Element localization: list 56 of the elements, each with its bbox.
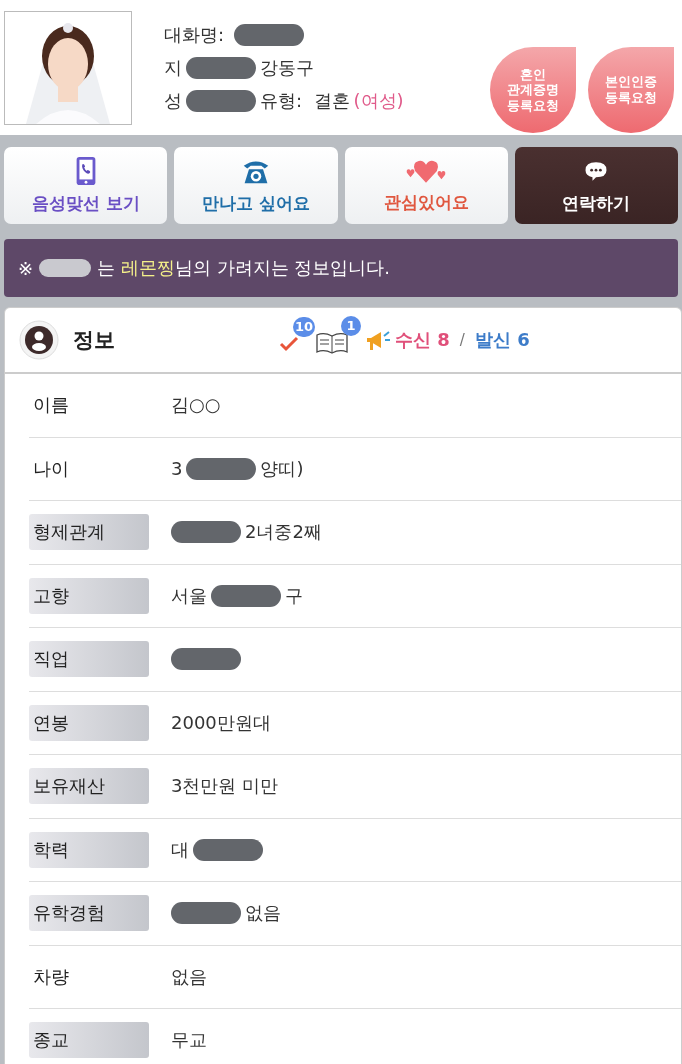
field-label: 유학경험 <box>29 895 149 932</box>
request-badge[interactable]: 혼인 관계증명 등록요청 <box>490 47 576 133</box>
field-label: 학력 <box>29 831 149 868</box>
user-icon <box>19 320 59 360</box>
value-text: 강동구 <box>260 55 314 80</box>
redaction-mark <box>211 584 281 607</box>
value-text: 무교 <box>171 1028 207 1053</box>
value-text: 양띠) <box>260 456 304 481</box>
value-text: 대화명: <box>164 22 226 47</box>
field-label: 고향 <box>29 577 149 614</box>
value-text: 김○○ <box>171 393 221 418</box>
field-label: 직업 <box>29 641 149 678</box>
action-button[interactable]: 만나고 싶어요 <box>174 147 338 224</box>
reference-mark: ※ <box>18 257 34 279</box>
redaction-mark <box>186 89 256 112</box>
value-text: 지 <box>164 55 182 80</box>
field-label: 연봉 <box>29 704 149 741</box>
redaction-mark <box>186 56 256 79</box>
redaction-mark <box>171 648 241 671</box>
redaction-mark <box>171 902 241 925</box>
section-title: 정보 <box>73 327 115 354</box>
action-button[interactable]: 관심있어요 <box>344 147 508 224</box>
value-text: 서울 <box>171 583 207 608</box>
value-text: 2녀중2째 <box>245 520 322 545</box>
value-text: 유형: 결혼 <box>260 88 350 113</box>
gender-text: (여성) <box>353 88 404 113</box>
value-text: 없음 <box>171 964 207 989</box>
field-label: 보유재산 <box>29 768 149 805</box>
sent-count[interactable]: 발신 6 <box>474 328 530 352</box>
action-button[interactable]: 연락하기 <box>514 147 678 224</box>
redaction-mark <box>193 838 263 861</box>
action-button[interactable]: 음성맞선 보기 <box>4 147 168 224</box>
field-label: 차량 <box>32 964 70 989</box>
value-text: 성 <box>164 88 182 113</box>
separator: / <box>459 331 465 349</box>
value-text: 3천만원 미만 <box>171 774 279 799</box>
value-text: 3 <box>171 458 183 480</box>
megaphone-icon <box>365 328 391 352</box>
count-badge: 1 <box>341 316 361 336</box>
notice-text: 는 레몬찡 님의 가려지는 정보입니다. <box>97 256 390 280</box>
request-badge[interactable]: 본인인증 등록요청 <box>588 47 674 133</box>
value-text: 구 <box>285 583 303 608</box>
value-text: 없음 <box>245 901 281 926</box>
field-label: 종교 <box>29 1022 149 1059</box>
value-text: 2000만원대 <box>171 710 271 735</box>
field-label: 이름 <box>32 393 70 418</box>
blurred-mark <box>39 259 92 277</box>
count-badge: 10 <box>293 317 316 337</box>
redaction-mark <box>233 23 304 46</box>
received-count[interactable]: 수신 8 <box>395 328 450 352</box>
field-label: 형제관계 <box>29 514 149 551</box>
book-icon <box>315 332 349 354</box>
redaction-mark <box>186 457 257 480</box>
field-label: 나이 <box>32 456 70 481</box>
value-text: 대 <box>171 837 189 862</box>
redaction-mark <box>171 521 241 544</box>
